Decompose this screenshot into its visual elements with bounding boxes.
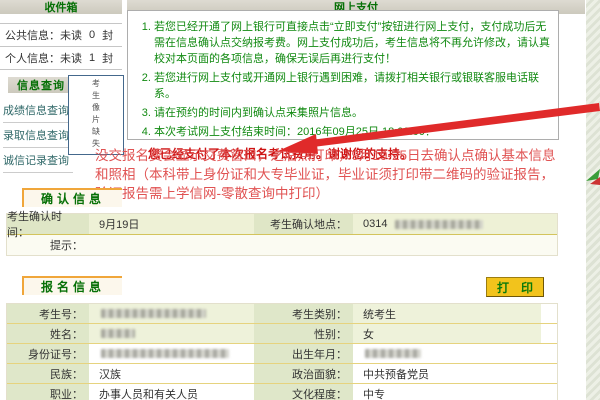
- print-button[interactable]: 打 印: [486, 277, 544, 297]
- table-row: 身份证号： 出生年月：: [7, 344, 557, 364]
- row-spacer: [541, 384, 557, 400]
- candidate-id-value: [89, 304, 254, 323]
- confirm-info-table: 考生确认时间： 9月19日 考生确认地点： 0314 提示：: [6, 213, 558, 256]
- sidebar-link-label: 录取信息查询: [3, 127, 69, 143]
- sidebar-item-score-query[interactable]: 成绩信息查询: [3, 98, 73, 123]
- confirm-place-value: 0314: [353, 214, 557, 234]
- redacted-candidate-id: [101, 309, 206, 318]
- id-number-value: [89, 344, 254, 363]
- inbox-list: 公共信息：未读 0 封 个人信息：未读 1 封: [0, 23, 122, 70]
- confirm-info-title: 确认信息: [41, 190, 105, 207]
- unread-count: 1: [89, 52, 95, 64]
- table-row: 提示：: [7, 235, 557, 255]
- candidate-id-label: 考生号：: [7, 304, 89, 323]
- page-background-strip: [586, 0, 600, 400]
- sidebar-link-label: 成绩信息查询: [3, 102, 69, 118]
- inbox-item-personal[interactable]: 个人信息：未读 1 封: [0, 47, 122, 70]
- unread-unit: 封: [102, 27, 113, 43]
- name-label: 姓名：: [7, 324, 89, 343]
- photo-status-text: 考生像片缺失: [91, 79, 102, 151]
- payment-notice-item: 本次考试网上支付结束时间：2016年09月25日 18:00:00！: [154, 124, 550, 140]
- payment-notice-item: 若您已经开通了网上银行可直接点击“立即支付”按钮进行网上支付，支付成功后无需在信…: [154, 19, 550, 67]
- photo-status-box: 考生像片缺失: [68, 75, 124, 155]
- redacted-place-text: [395, 220, 483, 229]
- confirm-time-value: 9月19日: [89, 214, 254, 234]
- registration-info-title: 报名信息: [41, 278, 105, 295]
- id-number-label: 身份证号：: [7, 344, 89, 363]
- redacted-name: [101, 329, 135, 338]
- table-row: 姓名： 性别： 女: [7, 324, 557, 344]
- row-spacer: [541, 324, 557, 343]
- payment-notice-list: 若您已经开通了网上银行可直接点击“立即支付”按钮进行网上支付，支付成功后无需在信…: [128, 19, 558, 140]
- candidate-type-value: 统考生: [353, 304, 541, 323]
- handwritten-annotation: 没交报名费会显示交费窗口，之后点打印，9月19-25日去确认点确认基本信息和照相…: [95, 146, 565, 203]
- row-spacer: [541, 304, 557, 323]
- sidebar-item-integrity-query[interactable]: 诚信记录查询: [3, 148, 73, 173]
- print-button-label: 打 印: [497, 279, 533, 296]
- info-query-header: 信息查询: [8, 77, 74, 93]
- inbox-item-label: 个人信息：未读: [5, 50, 82, 66]
- row-spacer: [541, 344, 557, 363]
- table-row: 民族： 汉族 政治面貌： 中共预备党员: [7, 364, 557, 384]
- inbox-item-public[interactable]: 公共信息：未读 0 封: [0, 24, 122, 47]
- birth-date-value: [353, 344, 541, 363]
- payment-notice-item: 若您进行网上支付或开通网上银行遇到困难，请拨打相关银行或银联客服电话联系。: [154, 70, 550, 102]
- ethnicity-label: 民族：: [7, 364, 89, 383]
- exam-registration-page: 收件箱 网上支付 公共信息：未读 0 封 个人信息：未读 1 封 信息查询 成绩…: [0, 0, 600, 400]
- gender-value: 女: [353, 324, 541, 343]
- unread-unit: 封: [102, 50, 113, 66]
- inbox-header: 收件箱: [0, 0, 122, 14]
- confirm-info-tab: 确认信息: [22, 188, 122, 207]
- unread-count: 0: [89, 29, 95, 41]
- education-value: 中专: [353, 384, 541, 400]
- inbox-item-label: 公共信息：未读: [5, 27, 82, 43]
- ethnicity-value: 汉族: [89, 364, 254, 383]
- registration-info-table: 考生号： 考生类别： 统考生 姓名： 性别： 女 身份证号： 出生年月： 民族：…: [6, 303, 558, 400]
- redacted-birth-date: [365, 349, 421, 358]
- table-row: 考生确认时间： 9月19日 考生确认地点： 0314: [7, 214, 557, 235]
- birth-date-label: 出生年月：: [254, 344, 353, 363]
- row-spacer: [541, 364, 557, 383]
- occupation-value: 办事人员和有关人员: [89, 384, 254, 400]
- political-status-label: 政治面貌：: [254, 364, 353, 383]
- confirm-place-label: 考生确认地点：: [254, 214, 353, 234]
- political-status-value: 中共预备党员: [353, 364, 541, 383]
- payment-notice-item: 请在预约的时间内到确认点采集照片信息。: [154, 105, 550, 121]
- confirm-time-label: 考生确认时间：: [7, 214, 89, 234]
- confirm-place-code: 0314: [363, 218, 387, 230]
- redacted-id-number: [101, 349, 229, 358]
- sidebar-link-label: 诚信记录查询: [3, 152, 69, 168]
- info-query-title: 信息查询: [17, 77, 65, 93]
- occupation-label: 职业：: [7, 384, 89, 400]
- name-value: [89, 324, 254, 343]
- table-row: 考生号： 考生类别： 统考生: [7, 304, 557, 324]
- sidebar-item-admission-query[interactable]: 录取信息查询: [3, 123, 73, 148]
- education-label: 文化程度：: [254, 384, 353, 400]
- tip-label: 提示：: [7, 235, 89, 255]
- candidate-type-label: 考生类别：: [254, 304, 353, 323]
- inbox-title: 收件箱: [45, 0, 78, 15]
- payment-notice-panel: 若您已经开通了网上银行可直接点击“立即支付”按钮进行网上支付，支付成功后无需在信…: [127, 10, 559, 140]
- gender-label: 性别：: [254, 324, 353, 343]
- registration-info-tab: 报名信息: [22, 276, 122, 295]
- table-row: 职业： 办事人员和有关人员 文化程度： 中专: [7, 384, 557, 400]
